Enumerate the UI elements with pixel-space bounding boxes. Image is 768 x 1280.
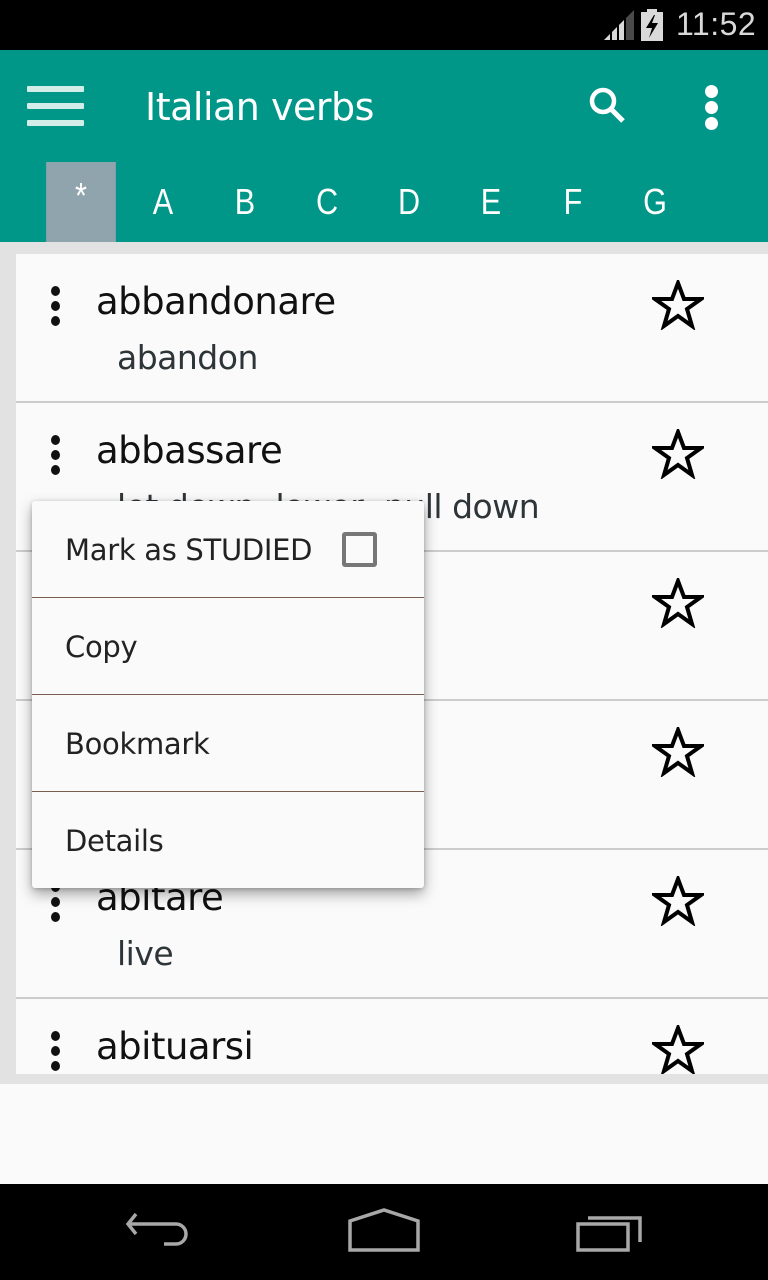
studied-checkbox[interactable] <box>342 532 377 567</box>
letter-tab-label: E <box>480 181 502 222</box>
verb-word: abbandonare <box>96 280 336 323</box>
menu-item-label: Copy <box>65 630 138 664</box>
battery-charging-icon <box>641 9 663 41</box>
cell-signal-icon <box>604 10 634 40</box>
letter-tab-star[interactable]: * <box>46 162 116 242</box>
verb-row[interactable]: abbandonare abandon <box>16 254 768 403</box>
letter-tab-c[interactable]: C <box>292 162 362 242</box>
menu-item-label: Mark as STUDIED <box>65 533 313 567</box>
verb-word: abituarsi <box>96 1025 254 1068</box>
letter-tab-e[interactable]: E <box>456 162 526 242</box>
search-icon[interactable] <box>586 84 630 128</box>
system-nav-bar <box>0 1184 768 1280</box>
letter-tab-b[interactable]: B <box>210 162 280 242</box>
menu-item-label: Details <box>65 824 164 858</box>
home-icon[interactable] <box>346 1208 422 1258</box>
letter-tab-label: A <box>152 181 174 222</box>
back-icon[interactable] <box>124 1208 196 1258</box>
menu-item-copy[interactable]: Copy <box>32 597 424 693</box>
menu-item-bookmark[interactable]: Bookmark <box>32 694 424 790</box>
star-outline-icon[interactable] <box>652 1025 704 1074</box>
star-outline-icon[interactable] <box>652 429 704 479</box>
recent-apps-icon[interactable] <box>574 1208 646 1258</box>
letter-tab-d[interactable]: D <box>374 162 444 242</box>
row-menu-icon[interactable] <box>46 1029 66 1074</box>
letter-tab-label: B <box>234 181 256 222</box>
star-outline-icon[interactable] <box>652 876 704 926</box>
context-menu: Mark as STUDIED Copy Bookmark Details <box>32 501 424 888</box>
letter-tab-label: C <box>315 181 339 222</box>
star-outline-icon[interactable] <box>652 727 704 777</box>
letter-tabs: * A B C D E F G <box>40 162 696 242</box>
letter-tab-label: G <box>643 181 667 222</box>
more-vert-icon[interactable] <box>698 82 726 130</box>
verb-meaning: live <box>117 934 174 973</box>
star-outline-icon[interactable] <box>652 578 704 628</box>
status-bar: 11:52 <box>0 0 768 50</box>
hamburger-menu-icon[interactable] <box>27 85 85 127</box>
letter-tab-label: D <box>397 181 421 222</box>
letter-tab-a[interactable]: A <box>128 162 198 242</box>
letter-tab-label: * <box>75 175 87 216</box>
letter-tab-g[interactable]: G <box>620 162 690 242</box>
row-menu-icon[interactable] <box>46 284 66 330</box>
verb-word: abbassare <box>96 429 283 472</box>
menu-item-mark-studied[interactable]: Mark as STUDIED <box>32 501 424 597</box>
menu-item-details[interactable]: Details <box>32 791 424 887</box>
menu-item-label: Bookmark <box>65 727 210 761</box>
letter-tab-f[interactable]: F <box>538 162 608 242</box>
letter-tab-label: F <box>563 181 583 222</box>
star-outline-icon[interactable] <box>652 280 704 330</box>
row-menu-icon[interactable] <box>46 433 66 479</box>
app-title: Italian verbs <box>145 85 374 129</box>
verb-row[interactable]: abituarsi <box>16 999 768 1074</box>
status-clock: 11:52 <box>676 6 757 42</box>
verb-meaning: abandon <box>117 338 258 377</box>
app-bar: Italian verbs * A B C D E F G <box>0 50 768 242</box>
